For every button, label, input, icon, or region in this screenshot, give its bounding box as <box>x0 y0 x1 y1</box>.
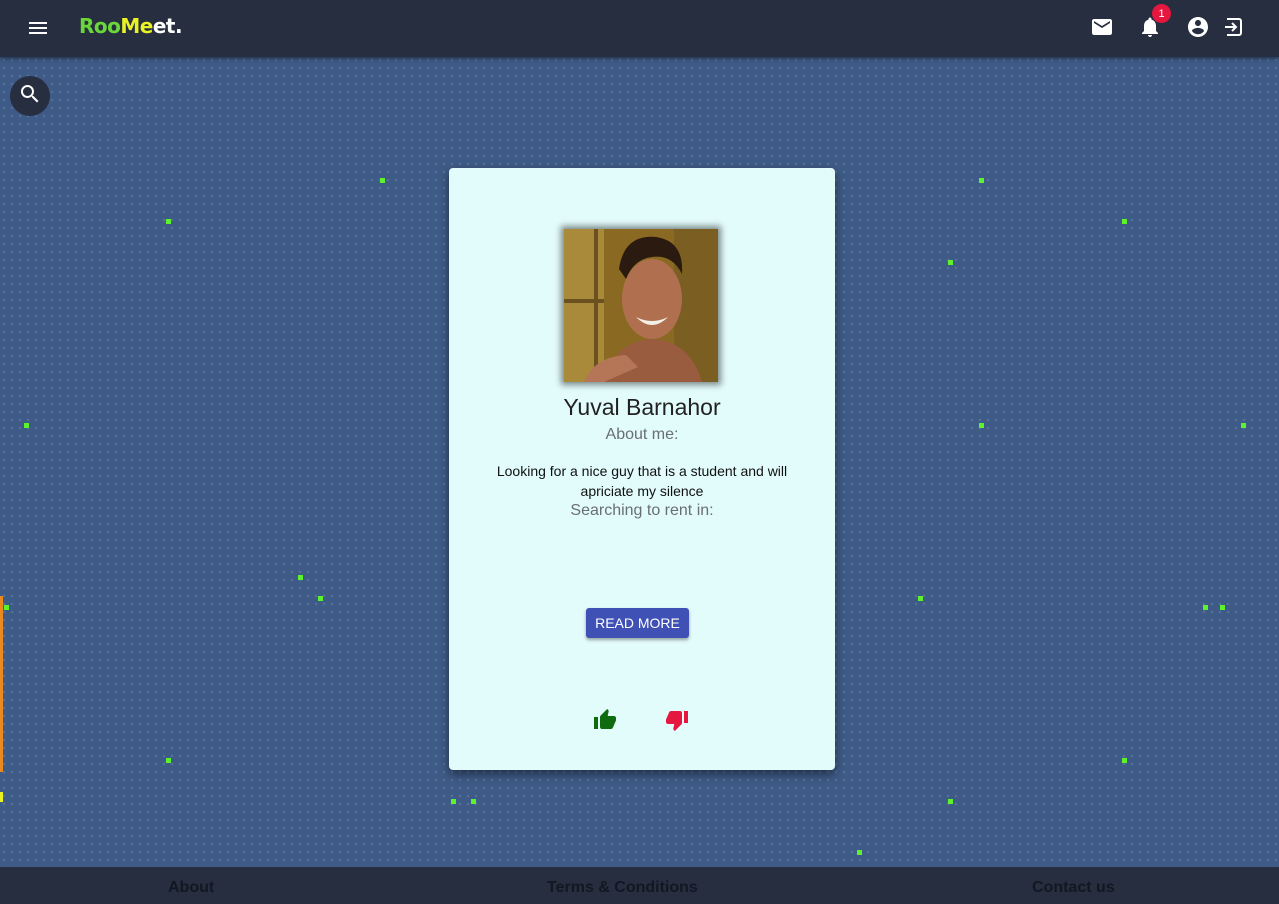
thumb-up-icon[interactable] <box>593 708 617 732</box>
particle <box>1241 423 1246 428</box>
search-button[interactable] <box>10 76 50 116</box>
particle <box>979 423 984 428</box>
particle <box>451 799 456 804</box>
particle <box>318 596 323 601</box>
particle <box>948 260 953 265</box>
particle <box>979 178 984 183</box>
profile-photo <box>564 229 718 382</box>
thumb-down-icon[interactable] <box>665 708 689 732</box>
particle <box>471 799 476 804</box>
app-logo[interactable]: RooMeet. <box>79 14 183 38</box>
profile-card: Yuval Barnahor About me: Looking for a n… <box>449 168 835 770</box>
footer-link-about[interactable]: About <box>168 879 214 897</box>
particle <box>1122 219 1127 224</box>
about-label: About me: <box>605 426 679 443</box>
particle <box>918 596 923 601</box>
rent-location-label: Searching to rent in: <box>570 502 714 519</box>
notification-badge: 1 <box>1152 4 1171 23</box>
logout-icon[interactable] <box>1221 14 1247 40</box>
particle <box>1203 605 1208 610</box>
top-app-bar: RooMeet. 1 <box>0 0 1279 57</box>
particle <box>948 799 953 804</box>
edge-decoration <box>0 596 3 772</box>
particle <box>166 758 171 763</box>
footer: About Terms & Conditions Contact us <box>0 867 1279 904</box>
menu-icon[interactable] <box>26 16 50 40</box>
about-text: Looking for a nice guy that is a student… <box>496 463 788 499</box>
edge-decoration <box>0 792 3 802</box>
particle <box>298 575 303 580</box>
particle <box>1122 758 1127 763</box>
account-circle-icon[interactable] <box>1185 14 1211 40</box>
particle <box>166 219 171 224</box>
read-more-button[interactable]: READ MORE <box>586 608 689 638</box>
search-icon <box>18 82 42 111</box>
particle <box>1220 605 1225 610</box>
footer-link-contact[interactable]: Contact us <box>1032 879 1115 897</box>
particle <box>24 423 29 428</box>
particle <box>380 178 385 183</box>
footer-link-terms[interactable]: Terms & Conditions <box>547 879 698 897</box>
mail-icon[interactable] <box>1089 14 1115 40</box>
particle <box>857 850 862 855</box>
profile-name: Yuval Barnahor <box>563 394 721 420</box>
particle <box>4 605 9 610</box>
